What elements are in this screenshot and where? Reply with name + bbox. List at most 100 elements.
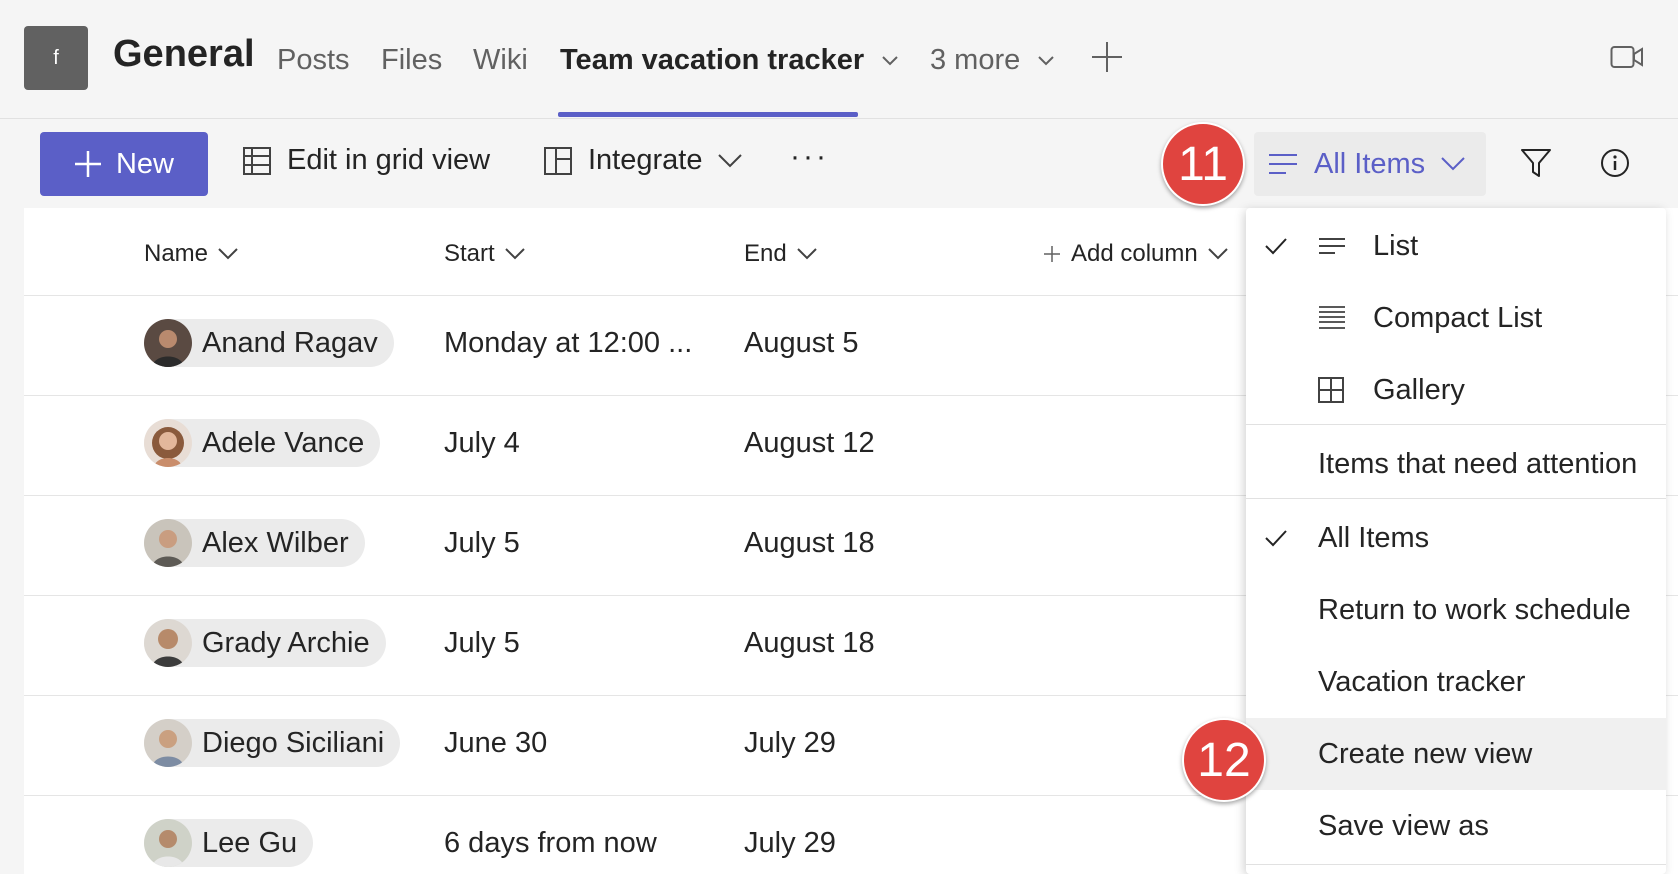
integrate-label: Integrate: [588, 144, 703, 176]
menu-item-label: Create new view: [1318, 737, 1533, 770]
chevron-down-icon: [1038, 56, 1055, 66]
video-call-icon[interactable]: [1610, 44, 1644, 70]
tab-files[interactable]: Files: [381, 44, 442, 77]
menu-item-label: Save view as: [1318, 809, 1489, 842]
edit-grid-button[interactable]: Edit in grid view: [243, 144, 490, 177]
menu-item-label: Compact List: [1373, 301, 1543, 334]
start-cell: 6 days from now: [444, 827, 657, 859]
grid-icon: [243, 146, 271, 175]
add-tab-icon[interactable]: [1090, 40, 1124, 74]
end-cell: August 12: [744, 427, 875, 459]
list-view-icon: [1269, 154, 1297, 174]
avatar: [144, 819, 192, 867]
start-cell: July 5: [444, 527, 520, 559]
end-cell: July 29: [744, 827, 836, 859]
integrate-icon: [544, 146, 572, 175]
menu-divider: [1246, 424, 1666, 425]
menu-item-gallery[interactable]: Gallery: [1246, 354, 1666, 426]
avatar: [144, 519, 192, 567]
view-options-menu: List Compact List Gallery Items that nee…: [1246, 208, 1666, 874]
person-name: Lee Gu: [202, 826, 298, 859]
menu-item-return-to-work[interactable]: Return to work schedule: [1246, 574, 1666, 646]
person-name: Anand Ragav: [202, 326, 378, 359]
person-name: Adele Vance: [202, 426, 365, 459]
step-badge-11: 11: [1161, 122, 1245, 206]
column-header-start[interactable]: Start: [444, 240, 525, 268]
integrate-button[interactable]: Integrate: [544, 144, 743, 177]
column-header-label: Name: [144, 240, 209, 267]
app-header: f General Posts Files Wiki Team vacation…: [0, 0, 1678, 119]
tab-label: Team vacation tracker: [560, 44, 865, 76]
column-header-name[interactable]: Name: [144, 240, 238, 268]
new-button[interactable]: New: [40, 132, 208, 196]
chevron-down-icon: [1441, 157, 1465, 171]
active-tab-indicator: [558, 112, 858, 117]
info-icon[interactable]: [1600, 148, 1630, 178]
chevron-down-icon: [218, 248, 238, 260]
menu-item-vacation-tracker[interactable]: Vacation tracker: [1246, 646, 1666, 718]
tab-more[interactable]: 3 more: [930, 44, 1055, 77]
person-chip[interactable]: Grady Archie: [144, 619, 386, 667]
menu-item-label: All Items: [1318, 521, 1430, 554]
menu-item-attention[interactable]: Items that need attention: [1246, 428, 1666, 500]
team-avatar[interactable]: f: [24, 26, 88, 90]
end-cell: August 5: [744, 327, 859, 359]
person-chip[interactable]: Adele Vance: [144, 419, 381, 467]
person-chip[interactable]: Diego Siciliani: [144, 719, 401, 767]
person-chip[interactable]: Lee Gu: [144, 819, 314, 867]
list-icon: [1319, 238, 1345, 254]
person-chip[interactable]: Alex Wilber: [144, 519, 365, 567]
column-header-end[interactable]: End: [744, 240, 817, 268]
menu-item-label: Return to work schedule: [1318, 593, 1631, 626]
tab-wiki[interactable]: Wiki: [473, 44, 528, 77]
avatar: [144, 419, 192, 467]
checkmark-icon: [1265, 530, 1287, 547]
filter-icon[interactable]: [1520, 148, 1552, 178]
view-switcher-button[interactable]: All Items: [1254, 132, 1486, 196]
step-badge-12: 12: [1182, 718, 1266, 802]
column-header-label: Start: [444, 240, 495, 267]
chevron-down-icon: [882, 56, 898, 66]
chevron-down-icon: [718, 153, 743, 167]
team-initial: f: [53, 46, 59, 69]
tab-more-label: 3 more: [930, 44, 1021, 76]
menu-divider: [1246, 498, 1666, 499]
start-cell: Monday at 12:00 ...: [444, 327, 693, 359]
menu-item-label: Items that need attention: [1318, 447, 1638, 480]
compact-list-icon: [1319, 306, 1345, 329]
menu-item-all-items[interactable]: All Items: [1246, 502, 1666, 574]
person-chip[interactable]: Anand Ragav: [144, 319, 394, 367]
tab-posts[interactable]: Posts: [277, 44, 350, 77]
menu-item-label: List: [1373, 229, 1419, 262]
column-header-label: End: [744, 240, 787, 267]
channel-title: General: [113, 33, 255, 75]
gallery-icon: [1318, 377, 1344, 403]
chevron-down-icon: [796, 248, 817, 260]
start-cell: July 4: [444, 427, 520, 459]
avatar: [144, 319, 192, 367]
view-switcher-label: All Items: [1314, 147, 1426, 180]
plus-icon: [1044, 246, 1060, 262]
start-cell: July 5: [444, 627, 520, 659]
chevron-down-icon: [504, 248, 525, 260]
person-name: Grady Archie: [202, 626, 370, 659]
avatar: [144, 619, 192, 667]
menu-item-create-new-view[interactable]: Create new view: [1246, 718, 1666, 790]
menu-item-label: Gallery: [1373, 373, 1465, 406]
menu-item-label: Vacation tracker: [1318, 665, 1526, 698]
tab-team-vacation-tracker[interactable]: Team vacation tracker: [560, 44, 898, 77]
person-name: Diego Siciliani: [202, 726, 385, 759]
chevron-down-icon: [1208, 248, 1228, 260]
menu-item-compact-list[interactable]: Compact List: [1246, 282, 1666, 354]
start-cell: June 30: [444, 727, 548, 759]
add-column-button[interactable]: Add column: [1043, 240, 1228, 268]
plus-icon: [74, 151, 101, 177]
menu-item-list[interactable]: List: [1246, 210, 1666, 282]
avatar: [144, 719, 192, 767]
end-cell: August 18: [744, 627, 875, 659]
menu-item-save-view-as[interactable]: Save view as: [1246, 790, 1666, 862]
more-options-button[interactable]: ···: [790, 140, 829, 174]
checkmark-icon: [1265, 238, 1287, 255]
edit-grid-label: Edit in grid view: [287, 144, 491, 176]
person-name: Alex Wilber: [202, 526, 349, 559]
